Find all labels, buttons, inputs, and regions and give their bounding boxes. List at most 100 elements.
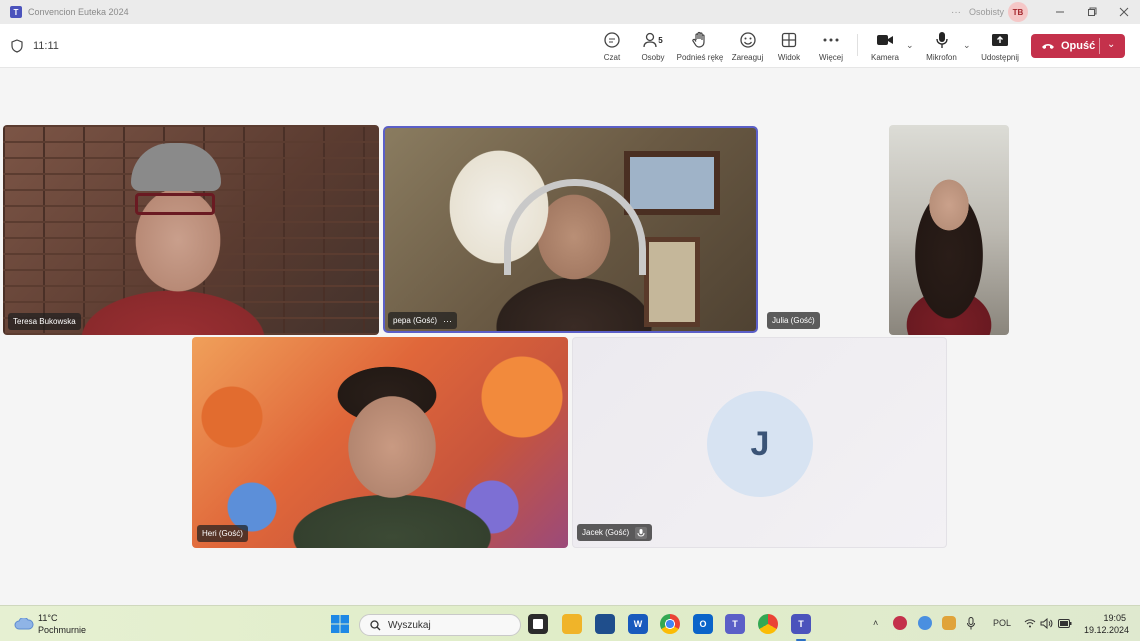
mic-button[interactable]: Mikrofon bbox=[924, 30, 959, 64]
wifi-icon[interactable] bbox=[1024, 619, 1036, 628]
video-tile-heri[interactable]: Heri (Gość) bbox=[192, 337, 568, 548]
shield-icon bbox=[11, 39, 23, 53]
chat-icon bbox=[604, 32, 620, 48]
clock-date[interactable]: 19.12.2024 bbox=[1081, 625, 1129, 635]
teams-app-icon: T bbox=[10, 6, 22, 18]
chrome-profile-icon[interactable] bbox=[758, 614, 778, 634]
share-button[interactable]: Udostępnij bbox=[980, 30, 1020, 64]
video-tile-pepa[interactable]: pepa (Gość) ··· bbox=[383, 126, 758, 333]
more-icon bbox=[823, 38, 839, 42]
language-indicator[interactable]: POL bbox=[993, 618, 1011, 628]
more-button[interactable]: Więcej bbox=[818, 30, 844, 64]
video-tile-teresa[interactable]: Teresa Bukowska bbox=[3, 125, 379, 335]
chat-button[interactable]: Czat bbox=[601, 30, 623, 64]
people-count: 5 bbox=[658, 35, 663, 45]
volume-icon[interactable] bbox=[1040, 618, 1053, 629]
window-title: Convencion Euteka 2024 bbox=[28, 7, 129, 17]
windows-logo-icon bbox=[331, 615, 349, 633]
more-label: Więcej bbox=[818, 53, 843, 62]
search-icon bbox=[370, 619, 381, 630]
hand-icon bbox=[692, 31, 705, 48]
participant-name: Julia (Gość) bbox=[772, 316, 815, 325]
chrome-icon[interactable] bbox=[660, 614, 680, 634]
outlook-icon[interactable]: O bbox=[693, 614, 713, 634]
smiley-icon bbox=[739, 32, 756, 48]
camera-options-chevron-icon[interactable]: ⌄ bbox=[906, 40, 914, 51]
react-label: Zareaguj bbox=[731, 53, 764, 62]
restore-button[interactable] bbox=[1076, 0, 1108, 24]
leave-label: Opuść bbox=[1061, 40, 1096, 52]
store-icon[interactable] bbox=[595, 614, 615, 634]
microphone-icon bbox=[935, 32, 948, 48]
weather-description[interactable]: Pochmurnie bbox=[38, 625, 86, 635]
raise-hand-button[interactable]: Podnieś rękę bbox=[676, 30, 724, 64]
view-label: Widok bbox=[777, 53, 801, 62]
restore-icon bbox=[1088, 7, 1097, 16]
chat-label: Czat bbox=[603, 53, 621, 62]
name-tag-julia: Julia (Gość) bbox=[767, 312, 820, 329]
window-titlebar: T Convencion Euteka 2024 ··· Osobisty TB bbox=[0, 0, 1140, 24]
participant-name: Teresa Bukowska bbox=[13, 317, 76, 326]
cloud-icon[interactable] bbox=[14, 618, 34, 630]
toolbar-separator bbox=[857, 34, 858, 56]
wall-picture bbox=[624, 151, 720, 215]
start-button[interactable] bbox=[330, 614, 350, 634]
name-tag-jacek: Jacek (Gość) bbox=[577, 524, 653, 541]
participant-avatar: J bbox=[707, 391, 813, 497]
wall-picture bbox=[644, 237, 700, 327]
profile-label[interactable]: Osobisty bbox=[969, 7, 1004, 17]
people-label: Osoby bbox=[641, 53, 665, 62]
share-label: Udostępnij bbox=[981, 53, 1019, 62]
react-button[interactable]: Zareaguj bbox=[731, 30, 764, 64]
video-tile-julia[interactable] bbox=[889, 125, 1009, 335]
participant-more-options[interactable]: ··· bbox=[443, 316, 452, 326]
video-tile-jacek[interactable]: J Jacek (Gość) bbox=[572, 337, 947, 548]
tray-tool-icon[interactable] bbox=[942, 616, 956, 630]
chevron-up-icon[interactable]: ˄ bbox=[873, 618, 878, 628]
participant-name: Heri (Gość) bbox=[202, 529, 243, 538]
camera-button[interactable]: Kamera bbox=[870, 30, 900, 64]
close-icon bbox=[1119, 7, 1129, 17]
battery-icon[interactable] bbox=[1058, 619, 1072, 628]
onedrive-icon[interactable] bbox=[918, 616, 932, 630]
mic-muted-icon bbox=[635, 526, 648, 539]
view-button[interactable]: Widok bbox=[777, 30, 801, 64]
search-label: Wyszukaj bbox=[388, 619, 431, 631]
raise-hand-label: Podnieś rękę bbox=[676, 53, 724, 62]
participant-hair bbox=[131, 143, 221, 191]
name-tag-heri: Heri (Gość) bbox=[197, 525, 248, 542]
mic-options-chevron-icon[interactable]: ⌄ bbox=[963, 40, 971, 51]
tray-app-icon[interactable] bbox=[893, 616, 907, 630]
people-button[interactable]: 5 Osoby bbox=[640, 30, 666, 64]
file-explorer-icon[interactable] bbox=[562, 614, 582, 634]
name-tag-pepa: pepa (Gość) ··· bbox=[388, 312, 458, 329]
minimize-icon bbox=[1056, 11, 1064, 13]
word-icon[interactable]: W bbox=[628, 614, 648, 634]
profile-avatar[interactable]: TB bbox=[1008, 2, 1028, 22]
grid-icon bbox=[781, 32, 797, 48]
mic-label: Mikrofon bbox=[926, 53, 957, 62]
microphone-tray-icon[interactable] bbox=[967, 617, 975, 630]
leave-button[interactable]: Opuść ⌄ bbox=[1031, 34, 1125, 58]
weather-temperature[interactable]: 11°C bbox=[38, 613, 57, 623]
phone-hangup-icon bbox=[1042, 44, 1054, 49]
meeting-toolbar: 11:11 Czat 5 Osoby Podnieś rękę Zareaguj… bbox=[0, 24, 1140, 68]
camera-label: Kamera bbox=[870, 53, 899, 62]
leave-divider bbox=[1099, 38, 1100, 54]
task-view-icon[interactable] bbox=[528, 614, 548, 634]
meeting-timer: 11:11 bbox=[33, 40, 59, 52]
share-icon bbox=[992, 34, 1008, 46]
minimize-button[interactable] bbox=[1044, 0, 1076, 24]
teams-meeting-icon[interactable]: T bbox=[791, 614, 811, 634]
window-more-button[interactable]: ··· bbox=[951, 7, 961, 18]
taskbar-search[interactable]: Wyszukaj bbox=[359, 614, 521, 636]
participant-name: Jacek (Gość) bbox=[582, 528, 630, 537]
leave-options-chevron-icon[interactable]: ⌄ bbox=[1107, 39, 1115, 50]
participant-name: pepa (Gość) bbox=[393, 316, 438, 325]
clock-time[interactable]: 19:05 bbox=[1100, 613, 1126, 623]
teams-icon[interactable]: T bbox=[725, 614, 745, 634]
close-button[interactable] bbox=[1108, 0, 1140, 24]
name-tag-teresa: Teresa Bukowska bbox=[8, 313, 81, 330]
windows-taskbar: 11°C Pochmurnie Wyszukaj W O T T ˄ POL 1… bbox=[0, 605, 1140, 641]
people-icon bbox=[643, 32, 657, 48]
